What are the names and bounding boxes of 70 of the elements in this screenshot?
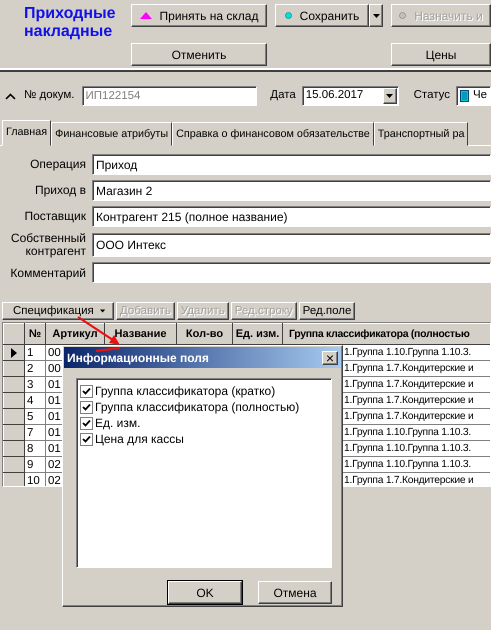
column-header[interactable]: Артикул xyxy=(46,324,104,345)
field-label: Дата xyxy=(270,88,296,104)
field-label: Статус xyxy=(414,88,450,104)
row-indicator[interactable] xyxy=(4,408,24,425)
checkbox[interactable] xyxy=(80,400,93,414)
toolbar-button[interactable]: Принять на склад xyxy=(131,4,267,27)
column-header[interactable]: Название xyxy=(104,324,176,345)
column-header[interactable]: Кол-во xyxy=(176,324,232,345)
caret-icon xyxy=(386,94,394,98)
tab[interactable]: Главная xyxy=(2,120,52,146)
table-cell: 1.Группа 1.10.Группа 1.10.3. xyxy=(342,344,490,361)
document-icon xyxy=(460,90,469,102)
table-cell: 1.Группа 1.10.Группа 1.10.3. xyxy=(342,440,490,457)
dot-icon xyxy=(399,12,406,19)
table-cell: 1.Группа 1.7.Кондитерские и xyxy=(342,360,490,377)
column-header[interactable]: Ед. изм. xyxy=(232,324,282,345)
table-cell: 1.Группа 1.7.Кондитерские и xyxy=(342,408,490,425)
field-label: Приход в xyxy=(34,184,86,197)
tab[interactable]: Финансовые атрибуты xyxy=(51,122,172,146)
text-field[interactable]: Контрагент 215 (полное название) xyxy=(92,206,491,228)
collapse-icon xyxy=(5,92,16,100)
date-value: 15.06.2017 xyxy=(306,88,364,104)
row-indicator[interactable] xyxy=(4,376,24,393)
table-cell: 1.Группа 1.7.Кондитерские и xyxy=(342,472,490,486)
status-value: Че xyxy=(472,88,488,104)
field-label: Собственный контрагент xyxy=(10,232,86,258)
table-cell: 1.Группа 1.7.Кондитерские и xyxy=(342,376,490,393)
table-cell: 1.Группа 1.7.Кондитерские и xyxy=(342,392,490,409)
toolbar-button[interactable]: Ред.поле xyxy=(298,302,356,320)
dialog-button[interactable]: Отмена xyxy=(258,581,332,604)
row-indicator[interactable] xyxy=(4,472,24,486)
dropdown-button[interactable] xyxy=(369,4,383,27)
close-button[interactable]: × xyxy=(322,350,338,364)
row-indicator[interactable] xyxy=(4,392,24,409)
page-title: Приходные накладные xyxy=(23,4,117,42)
field-label: № докум. xyxy=(24,88,75,104)
row-pointer-icon xyxy=(11,348,17,358)
toolbar-button[interactable]: Цены xyxy=(391,43,491,66)
row-indicator[interactable] xyxy=(4,360,24,377)
field-label: Поставщик xyxy=(23,210,86,223)
toolbar-button[interactable]: Отменить xyxy=(131,43,267,66)
table-cell: 1.Группа 1.10.Группа 1.10.3. xyxy=(342,424,490,441)
field-label: Комментарий xyxy=(9,266,86,280)
toolbar-button[interactable]: Сохранить xyxy=(275,4,369,27)
date-field[interactable]: 15.06.2017 xyxy=(302,86,399,106)
column-header[interactable]: Группа классификатора (полностью xyxy=(282,324,490,345)
checkbox[interactable] xyxy=(80,384,93,398)
dot-icon xyxy=(284,12,292,19)
field-label: Операция xyxy=(29,158,86,171)
checkbox[interactable] xyxy=(80,432,93,446)
triangle-icon xyxy=(140,12,152,19)
text-field[interactable]: Приход xyxy=(92,154,491,176)
tab[interactable]: Справка о финансовом обязательстве xyxy=(172,122,374,146)
caret-icon xyxy=(100,309,105,314)
row-indicator[interactable] xyxy=(4,424,24,441)
checkbox[interactable] xyxy=(80,416,93,430)
toolbar-button[interactable]: Спецификация xyxy=(2,302,114,320)
row-indicator[interactable] xyxy=(4,440,24,457)
dialog-button[interactable]: OK xyxy=(168,581,242,604)
tab[interactable]: Транспортный ра xyxy=(374,122,468,146)
status-field[interactable]: Че xyxy=(456,86,491,106)
column-header[interactable]: № xyxy=(24,324,46,345)
text-field[interactable]: Магазин 2 xyxy=(92,180,491,202)
text-field[interactable] xyxy=(92,262,491,284)
caret-icon xyxy=(372,14,380,18)
text-field[interactable]: ООО Интекс xyxy=(92,232,491,257)
row-indicator[interactable] xyxy=(4,344,24,361)
table-cell: 1.Группа 1.10.Группа 1.10.3. xyxy=(342,456,490,473)
dropdown-button[interactable] xyxy=(382,88,397,104)
row-indicator[interactable] xyxy=(4,456,24,473)
